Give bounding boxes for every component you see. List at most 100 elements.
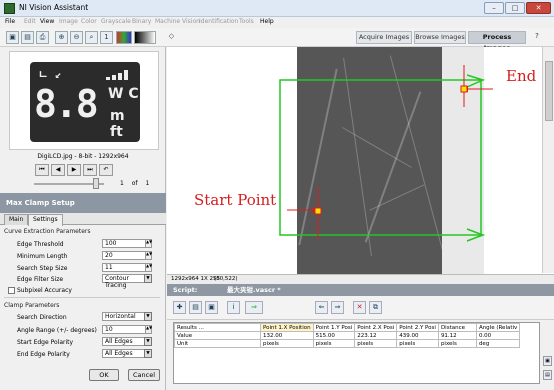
search-direction-select[interactable]: Horizontal ▼ [102,312,152,321]
menu-file[interactable]: File [5,18,15,25]
col-point1-y[interactable]: Point 1.Y Posi [312,323,356,332]
export-results-icon[interactable]: ▤ [543,370,552,380]
new-script-icon[interactable]: ✚ [173,301,186,314]
delete-step-icon[interactable]: ✕ [353,301,366,314]
menu-view[interactable]: View [40,18,54,25]
chevron-down-icon[interactable]: ▼ [144,349,152,358]
menu-binary[interactable]: Binary [132,18,151,25]
edge-threshold-spinner[interactable]: ▲▼ [145,239,152,248]
scrollbar-thumb[interactable] [545,61,553,121]
run-once-icon[interactable]: ⇒ [245,301,263,314]
table-cell: deg [475,339,521,348]
undo-button[interactable]: ↶ [99,164,113,176]
save-script-icon[interactable]: ▣ [205,301,218,314]
zoom-out-icon[interactable]: ⊖ [70,31,83,44]
palette-icon[interactable] [116,31,132,44]
save-results-icon[interactable]: ▣ [543,356,552,366]
angle-range-input[interactable]: 10 ▲▼ [102,325,152,334]
results-table: Results ... Point 1.X Position Point 1.Y… [174,323,521,348]
menu-machine-vision[interactable]: Machine Vision [155,18,200,25]
tab-process-images[interactable]: Process Images [468,31,526,52]
tab-acquire-images[interactable]: Acquire Images [356,31,412,44]
tab-browse-images[interactable]: Browse Images [414,31,466,44]
tab-main[interactable]: Main [4,214,29,225]
angle-range-spinner[interactable]: ▲▼ [145,325,152,334]
close-button[interactable]: ✕ [526,2,551,14]
end-edge-polarity-select[interactable]: All Edges ▼ [102,349,152,358]
results-col-header[interactable]: Results ... [174,323,261,332]
previous-image-button[interactable]: ◀ [51,164,65,176]
lcd-display-image: ㄴ ↙ 8.8 W C m ft [30,62,140,142]
vertical-scrollbar[interactable] [542,47,554,273]
subpixel-accuracy-checkbox[interactable] [8,287,15,294]
signal-bars-icon [106,70,130,80]
start-edge-polarity-select[interactable]: All Edges ▼ [102,337,152,346]
title-bar: NI Vision Assistant – □ ✕ [0,0,554,17]
copy-step-icon[interactable]: ⧉ [369,301,382,314]
group-divider [4,297,160,298]
table-row: Value 132.00 515.00 223.12 439.00 91.12 … [174,331,521,340]
image-slider-thumb[interactable] [93,178,99,189]
cancel-button[interactable]: Cancel [128,369,160,381]
edge-threshold-input[interactable]: 100 ▲▼ [102,239,152,248]
menu-grayscale[interactable]: Grayscale [101,18,131,25]
script-label: Script: [173,286,198,294]
edge-filter-size-select[interactable]: Contour Tracing ▼ [102,274,152,289]
print-icon[interactable]: ⎙ [36,31,49,44]
open-icon[interactable]: ▤ [21,31,34,44]
tag-icon[interactable]: ◇ [165,31,178,44]
zoom-1to1-icon[interactable]: 1 [100,31,113,44]
info-icon[interactable]: i [227,301,240,314]
edge-threshold-label: Edge Threshold [17,241,64,248]
search-step-size-spinner[interactable]: ▲▼ [145,263,152,272]
table-cell: 515.00 [312,331,356,340]
menu-edit[interactable]: Edit [24,18,36,25]
start-edge-polarity-label: Start Edge Polarity [17,339,74,346]
image-status-bar: 1292x964 1X 255 (80,522) [167,274,554,284]
end-point-annotation: End [506,67,537,85]
col-point2-x[interactable]: Point 2.X Posi [354,323,398,332]
move-left-icon[interactable]: ⇐ [315,301,328,314]
menu-image[interactable]: Image [59,18,78,25]
start-point-marker [314,207,322,215]
acquire-icon[interactable]: ▣ [6,31,19,44]
image-thumbnail[interactable]: ㄴ ↙ 8.8 W C m ft [9,51,159,150]
open-script-icon[interactable]: ▤ [189,301,202,314]
results-header-row: Results ... Point 1.X Position Point 1.Y… [174,323,521,332]
menu-bar: File Edit View Image Color Grayscale Bin… [0,17,554,28]
results-panel: Results ... Point 1.X Position Point 1.Y… [173,322,540,384]
minimum-length-input[interactable]: 20 ▲▼ [102,251,152,260]
help-icon[interactable]: ? [530,31,544,44]
ok-button[interactable]: OK [89,369,119,381]
chevron-down-icon[interactable]: ▼ [144,312,152,321]
col-point1-x[interactable]: Point 1.X Position [260,323,314,332]
zoom-fit-icon[interactable]: ⌕ [85,31,98,44]
menu-color[interactable]: Color [81,18,97,25]
table-cell: 0.00 [475,331,521,340]
last-image-button[interactable]: ⏭ [83,164,97,176]
total-pages: 1 [145,180,150,187]
chevron-down-icon[interactable]: ▼ [144,337,152,346]
edge-filter-size-label: Edge Filter Size [17,276,64,283]
next-image-button[interactable]: ▶ [67,164,81,176]
col-angle[interactable]: Angle (Relativ [475,323,521,332]
search-step-size-label: Search Step Size [17,265,68,272]
maximize-button[interactable]: □ [505,2,525,14]
grayscale-palette-icon[interactable] [134,31,156,44]
chevron-down-icon[interactable]: ▼ [144,274,152,283]
zoom-in-icon[interactable]: ⊕ [55,31,68,44]
first-image-button[interactable]: ⏮ [35,164,49,176]
move-right-icon[interactable]: ⇒ [331,301,344,314]
minimize-button[interactable]: – [484,2,504,14]
image-viewer[interactable]: Start Point End [167,47,554,274]
minimum-length-spinner[interactable]: ▲▼ [145,251,152,260]
menu-tools[interactable]: Tools [239,18,254,25]
col-distance[interactable]: Distance [437,323,477,332]
menu-help[interactable]: Help [260,18,274,25]
menu-identification[interactable]: Identification [199,18,238,25]
tab-settings[interactable]: Settings [28,214,63,226]
search-step-size-input[interactable]: 11 ▲▼ [102,263,152,272]
col-point2-y[interactable]: Point 2.Y Posi [396,323,439,332]
page-indicator: 1 of 1 [120,180,149,187]
main-toolbar: ▣ ▤ ⎙ ⊕ ⊖ ⌕ 1 ◇ Acquire Images Browse Im… [0,28,554,52]
